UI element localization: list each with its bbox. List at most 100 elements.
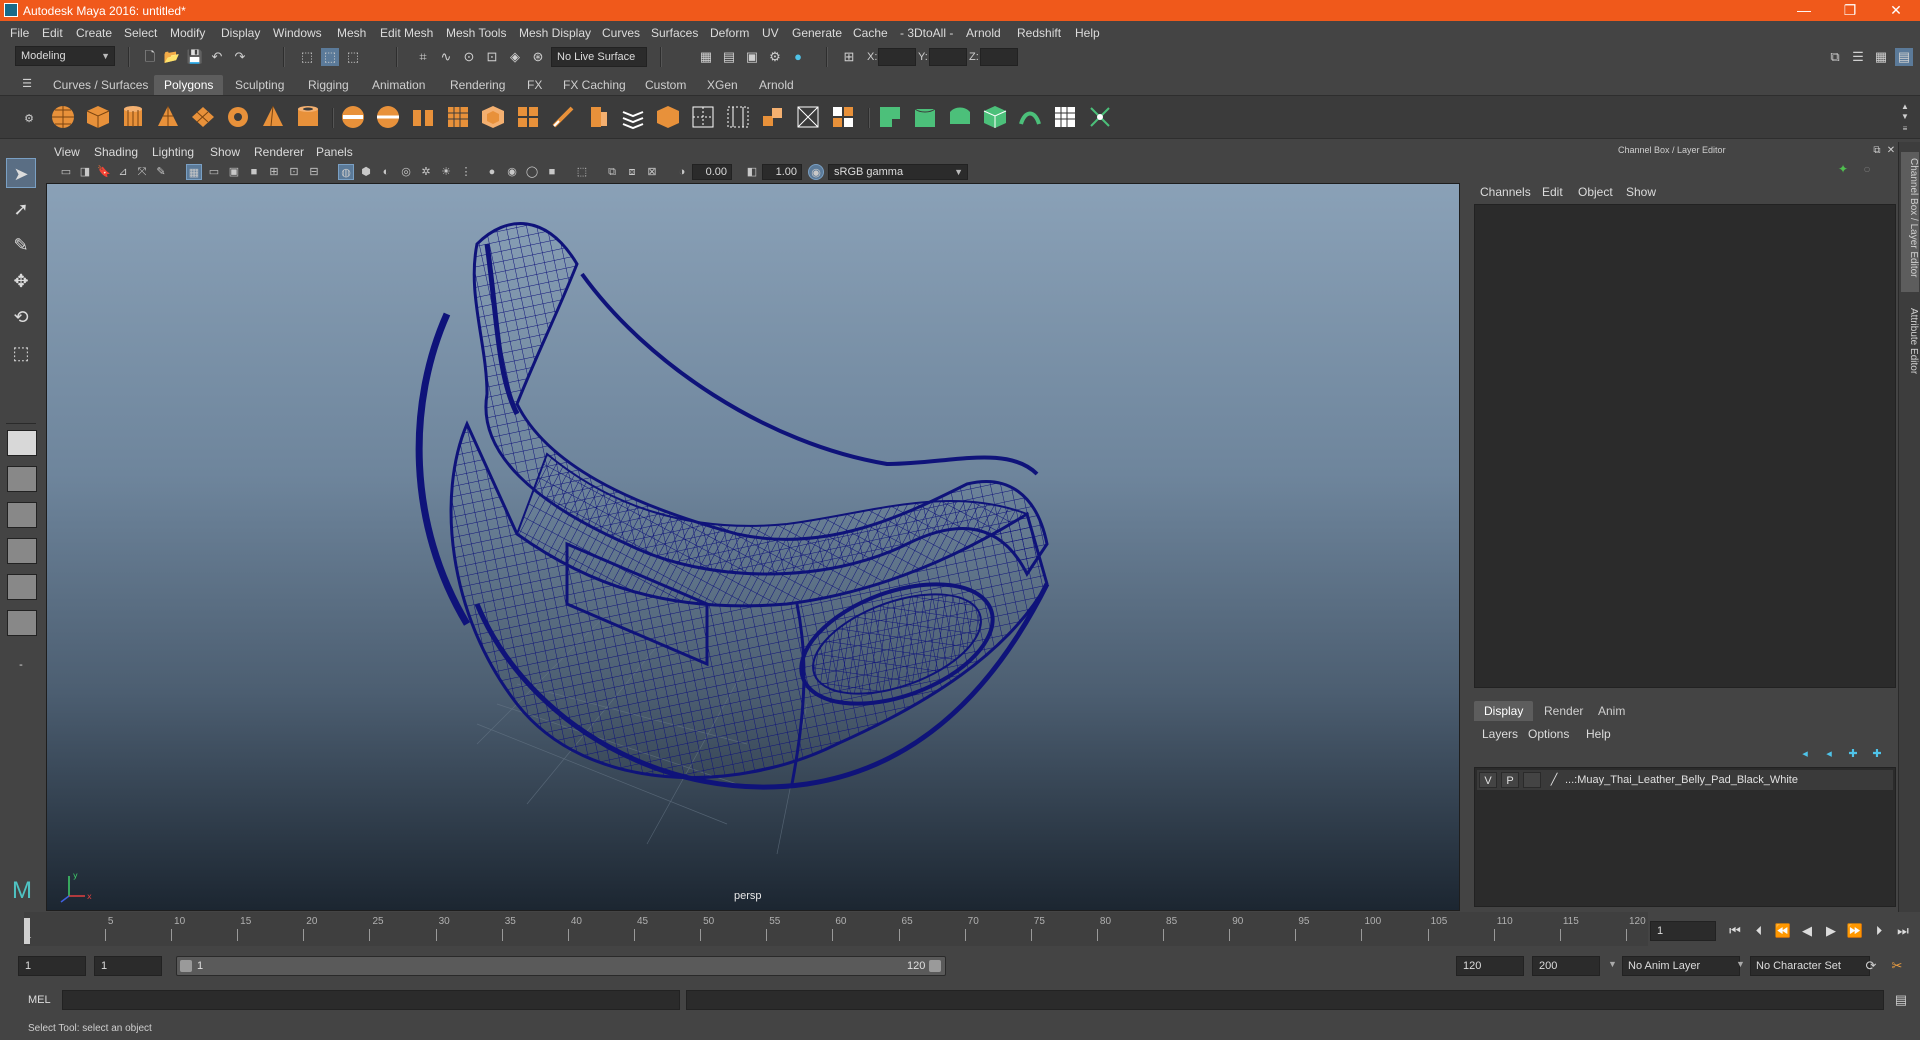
go-to-start-icon[interactable]: ⏮ <box>1726 922 1744 940</box>
snap-grid-icon[interactable]: ⌗ <box>414 48 432 66</box>
select-camera-icon[interactable]: ▭ <box>58 164 74 180</box>
offset-edge-loop-icon[interactable] <box>725 104 751 130</box>
sculpt-icon[interactable] <box>830 104 856 130</box>
layer-color-icon[interactable]: ╱ <box>1545 772 1563 788</box>
poly-torus-icon[interactable] <box>225 104 251 130</box>
xray-icon[interactable]: ⬚ <box>574 164 590 180</box>
shelf-options-icon[interactable]: ≡ <box>1896 120 1914 138</box>
side-tab-attribute-editor[interactable]: Attribute Editor <box>1901 302 1919 402</box>
gamma-field[interactable]: 1.00 <box>762 164 802 180</box>
screen-space-ao-icon[interactable]: ⋮ <box>458 164 474 180</box>
menu-file[interactable]: File <box>10 26 29 40</box>
grid-toggle-icon[interactable]: ▦ <box>186 164 202 180</box>
channel-menu-object[interactable]: Object <box>1578 185 1613 199</box>
scale-tool-icon[interactable]: ⬚ <box>6 338 36 368</box>
shelf-tab-custom[interactable]: Custom <box>635 75 696 95</box>
menu-windows[interactable]: Windows <box>273 26 322 40</box>
shelf-tab-polygons[interactable]: Polygons <box>154 75 224 95</box>
uv-automatic-icon[interactable] <box>982 104 1008 130</box>
chevron-down-icon[interactable]: ▼ <box>1608 959 1617 969</box>
play-backwards-icon[interactable]: ◀ <box>1798 922 1816 940</box>
2d-pan-zoom-icon[interactable]: ⤧ <box>134 164 150 180</box>
make-live-icon[interactable]: ⊛ <box>529 48 547 66</box>
float-panel-icon[interactable]: ⧉ <box>1870 142 1884 160</box>
tab-display[interactable]: Display <box>1474 701 1534 721</box>
step-forward-icon[interactable]: ⏵ <box>1870 922 1888 940</box>
tab-anim[interactable]: Anim <box>1588 701 1635 721</box>
viewport-menu-show[interactable]: Show <box>210 145 240 159</box>
persp-outliner-layout-icon[interactable] <box>7 502 37 528</box>
single-perspective-layout-icon[interactable] <box>7 430 37 456</box>
grease-pencil-icon[interactable]: ✎ <box>153 164 169 180</box>
bevel-icon[interactable] <box>480 104 506 130</box>
render-settings-icon[interactable]: ⚙ <box>766 48 784 66</box>
isolate-select-icon[interactable]: ■ <box>544 164 560 180</box>
move-layer-up-icon[interactable]: ◂ <box>1796 745 1814 763</box>
xray-joints-icon[interactable]: ⧉ <box>604 164 620 180</box>
shelf-menu-icon[interactable]: ☰ <box>18 75 36 93</box>
menu-modify[interactable]: Modify <box>170 26 205 40</box>
channel-box-toggle-icon[interactable]: ▤ <box>1895 48 1913 66</box>
menu-display[interactable]: Display <box>221 26 260 40</box>
layer-menu-options[interactable]: Options <box>1528 727 1569 741</box>
channel-box-content[interactable] <box>1474 204 1896 688</box>
side-tab-channel-box[interactable]: Channel Box / Layer Editor <box>1901 152 1919 292</box>
rotate-tool-icon[interactable]: ⟲ <box>6 302 36 332</box>
menu-mesh[interactable]: Mesh <box>337 26 366 40</box>
channel-menu-show[interactable]: Show <box>1626 185 1656 199</box>
textured-icon[interactable]: ◎ <box>398 164 414 180</box>
uv-planar-icon[interactable] <box>877 104 903 130</box>
multi-cut-icon[interactable] <box>550 104 576 130</box>
tab-render[interactable]: Render <box>1534 701 1593 721</box>
wireframe-icon[interactable]: ◍ <box>338 164 354 180</box>
tool-settings-icon[interactable]: ▦ <box>1872 48 1890 66</box>
backface-culling-icon[interactable]: ⊠ <box>644 164 660 180</box>
camera-attributes-icon[interactable]: ◨ <box>77 164 93 180</box>
playback-start-field[interactable]: 1 <box>94 956 162 976</box>
snap-point-icon[interactable]: ⊙ <box>460 48 478 66</box>
step-forward-key-icon[interactable]: ⏩ <box>1846 922 1864 940</box>
safe-action-icon[interactable]: ⊡ <box>286 164 302 180</box>
menu-edit[interactable]: Edit <box>42 26 63 40</box>
extrude-icon[interactable] <box>585 104 611 130</box>
gate-mask-icon[interactable]: ■ <box>246 164 262 180</box>
menu-mesh-tools[interactable]: Mesh Tools <box>446 26 506 40</box>
range-end-handle[interactable] <box>929 960 941 972</box>
layer-menu-help[interactable]: Help <box>1586 727 1611 741</box>
exposure-icon[interactable]: ◑ <box>674 164 690 180</box>
animation-end-field[interactable]: 200 <box>1532 956 1600 976</box>
motion-blur-icon[interactable]: ● <box>484 164 500 180</box>
play-forwards-icon[interactable]: ▶ <box>1822 922 1840 940</box>
move-layer-down-icon[interactable]: ◂ <box>1820 745 1838 763</box>
channel-box-display-icon[interactable]: ○ <box>1858 160 1876 178</box>
new-empty-layer-icon[interactable]: ✚ <box>1844 745 1862 763</box>
shelf-tab-fx[interactable]: FX <box>517 75 552 95</box>
snap-view-plane-icon[interactable]: ⊡ <box>483 48 501 66</box>
channel-menu-edit[interactable]: Edit <box>1542 185 1563 199</box>
script-language-label[interactable]: MEL <box>28 994 51 1006</box>
menu-help[interactable]: Help <box>1075 26 1100 40</box>
poly-plane-icon[interactable] <box>190 104 216 130</box>
go-to-end-icon[interactable]: ⏭ <box>1894 922 1912 940</box>
range-slider[interactable]: 1 120 <box>176 956 946 976</box>
select-component-icon[interactable]: ⬚ <box>344 48 362 66</box>
gamma-icon[interactable]: ◧ <box>744 164 760 180</box>
use-all-lights-icon[interactable]: ✲ <box>418 164 434 180</box>
chevron-down-icon[interactable]: ▼ <box>1736 959 1745 969</box>
script-editor-icon[interactable]: ▤ <box>1892 991 1910 1009</box>
anim-layer-dropdown[interactable]: No Anim Layer <box>1622 956 1740 976</box>
redo-icon[interactable]: ↷ <box>231 48 249 66</box>
bridge-icon[interactable] <box>515 104 541 130</box>
append-polygon-icon[interactable] <box>620 104 646 130</box>
menu-create[interactable]: Create <box>76 26 112 40</box>
wireframe-on-shaded-icon[interactable]: ◐ <box>378 164 394 180</box>
lasso-tool-icon[interactable]: ➚ <box>6 194 36 224</box>
image-plane-icon[interactable]: ⊿ <box>115 164 131 180</box>
snap-curve-icon[interactable]: ∿ <box>437 48 455 66</box>
playback-end-field[interactable]: 120 <box>1456 956 1524 976</box>
field-chart-icon[interactable]: ⊞ <box>266 164 282 180</box>
layer-menu-layers[interactable]: Layers <box>1482 727 1518 741</box>
layer-playback-toggle[interactable]: P <box>1501 772 1519 788</box>
color-management-icon[interactable]: ◉ <box>808 164 824 180</box>
maximize-button[interactable]: ❐ <box>1827 0 1873 21</box>
